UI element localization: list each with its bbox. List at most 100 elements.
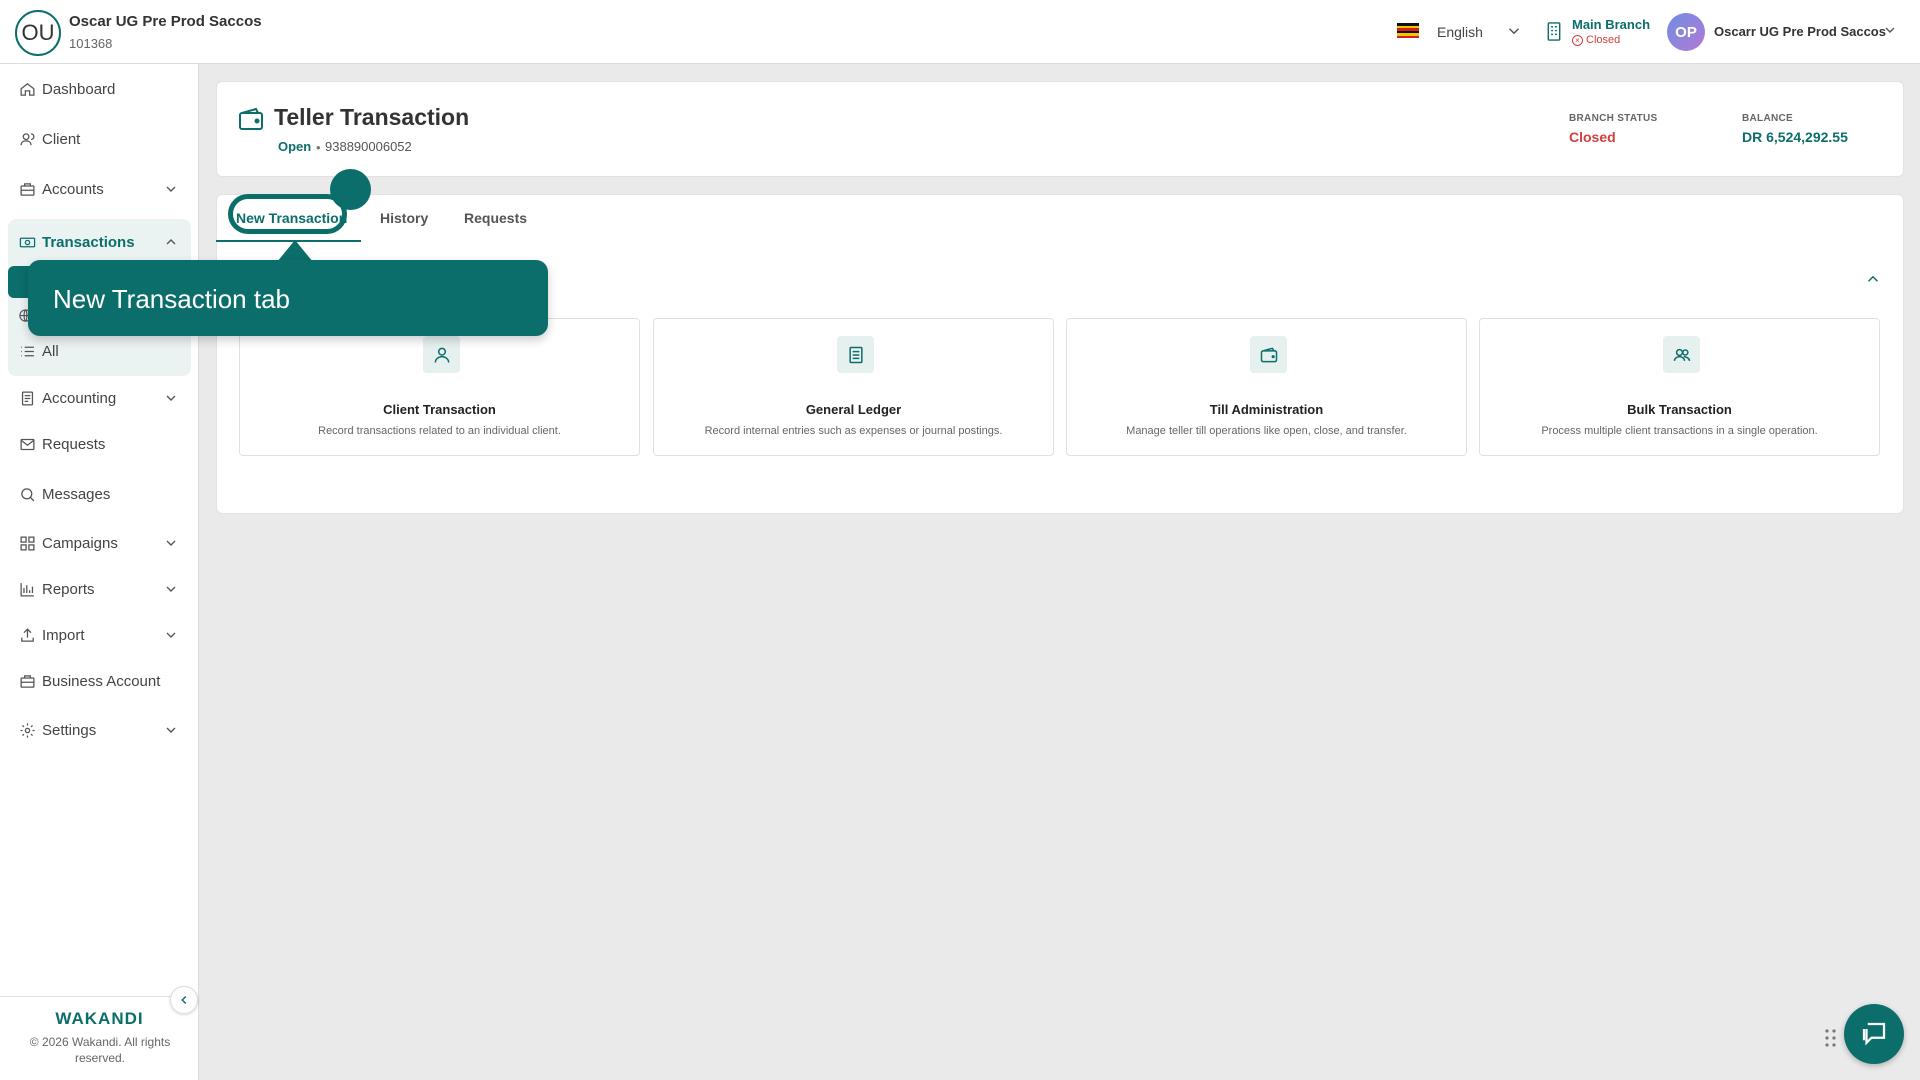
sidebar-item-label: Campaigns (42, 534, 118, 552)
list-icon (21, 346, 34, 356)
users-icon (1663, 336, 1700, 373)
sidebar-item-label: All (42, 342, 59, 360)
sidebar-item-requests[interactable]: Requests (8, 426, 191, 462)
branch-status-label: BRANCH STATUS (1569, 113, 1658, 124)
sidebar-item-messages[interactable]: Messages (8, 476, 191, 512)
sidebar-item-business-account[interactable]: Business Account (8, 663, 191, 699)
branch-status-value: Closed (1569, 129, 1616, 145)
sidebar-item-reports[interactable]: Reports (8, 571, 191, 607)
teller-summary-card (216, 81, 1904, 177)
close-circle-icon: × (1572, 34, 1583, 46)
wallet-icon (239, 107, 263, 130)
top-header: OU Oscar UG Pre Prod Saccos 101368 Engli… (0, 0, 1920, 64)
balance-label: BALANCE (1742, 113, 1793, 124)
client-transaction-tile[interactable]: Client Transaction Record transactions r… (239, 318, 640, 456)
chat-icon (1862, 1022, 1886, 1046)
tile-title: Till Administration (1209, 402, 1324, 417)
upload-icon (21, 627, 34, 642)
chat-icon (21, 487, 35, 501)
branch-status: × Closed (1572, 34, 1620, 46)
tooltip-arrow (277, 240, 313, 262)
user-icon (20, 132, 35, 145)
tile-title: General Ledger (805, 402, 902, 417)
org-id: 101368 (69, 36, 113, 51)
building-icon (1547, 22, 1561, 41)
language-label[interactable]: English (1437, 24, 1483, 40)
tile-title: Client Transaction (383, 402, 496, 417)
chevron-down-icon (166, 395, 176, 401)
sidebar-item-campaigns[interactable]: Campaigns (8, 525, 191, 561)
sidebar-item-label: Accounting (42, 389, 117, 407)
till-state: Open (278, 139, 312, 154)
chevron-up-icon[interactable] (1864, 270, 1882, 288)
till-administration-tile[interactable]: Till Administration Manage teller till o… (1066, 318, 1467, 456)
money-icon (19, 237, 36, 247)
chevron-down-icon (166, 186, 176, 192)
tour-highlight-ring (228, 194, 347, 234)
brand-logo: WAKANDI (55, 1009, 144, 1028)
chevron-down-icon (166, 540, 176, 546)
sidebar-item-label: Transactions (42, 233, 135, 251)
tile-title: Bulk Transaction (1627, 402, 1732, 417)
sidebar-item-transactions[interactable]: Transactions (8, 224, 191, 260)
sidebar-item-accounts[interactable]: Accounts (8, 171, 191, 207)
sidebar-item-label: Business Account (42, 672, 161, 690)
sidebar-item-accounting[interactable]: Accounting (8, 380, 191, 416)
general-ledger-tile[interactable]: General Ledger Record internal entries s… (653, 318, 1054, 456)
tile-description: Record internal entries such as expenses… (704, 425, 1003, 437)
branch-name[interactable]: Main Branch (1572, 17, 1650, 32)
grid-icon (20, 535, 35, 551)
gear-icon (20, 722, 35, 738)
chevron-down-icon (166, 586, 176, 592)
sidebar-item-import[interactable]: Import (8, 617, 191, 653)
bar-chart-icon (20, 582, 34, 597)
sidebar-item-label: Dashboard (42, 80, 116, 98)
org-avatar[interactable]: OU (15, 10, 61, 56)
sidebar-item-label: Reports (42, 580, 95, 598)
chevron-left-icon (181, 995, 187, 1005)
drag-handle-icon[interactable] (1824, 1028, 1838, 1048)
sidebar-item-all[interactable]: All (8, 333, 191, 369)
separator-dot: • (316, 140, 321, 155)
chevron-down-icon (166, 632, 176, 638)
mail-icon (20, 438, 35, 450)
page-title: Teller Transaction (274, 104, 470, 130)
sidebar-item-dashboard[interactable]: Dashboard (8, 71, 191, 107)
user-avatar[interactable]: OP (1667, 13, 1705, 51)
sidebar-divider (0, 996, 199, 997)
chevron-down-icon (166, 727, 176, 733)
sidebar-item-label: Requests (42, 435, 106, 453)
chevron-down-icon[interactable] (1882, 22, 1898, 38)
briefcase-icon (20, 182, 35, 196)
copyright-text: © 2026 Wakandi. All rights reserved. (29, 1035, 171, 1065)
user-name[interactable]: Oscarr UG Pre Prod Saccos (1714, 24, 1886, 39)
user-icon (423, 336, 460, 373)
sidebar-item-label: Messages (42, 485, 111, 503)
tile-description: Process multiple client transactions in … (1541, 425, 1818, 437)
tab-history[interactable]: History (380, 210, 428, 226)
org-name: Oscar UG Pre Prod Saccos (69, 13, 262, 30)
tooltip-text: New Transaction tab (53, 284, 291, 314)
book-icon (21, 390, 34, 406)
onboarding-tooltip: New Transaction tab (28, 260, 548, 336)
chat-support-button[interactable] (1844, 1004, 1904, 1064)
briefcase-icon (20, 674, 35, 688)
sidebar-item-client[interactable]: Client (8, 121, 191, 157)
branch-status-text: Closed (1586, 34, 1621, 46)
sidebar-item-label: Accounts (42, 180, 104, 198)
balance-value: DR 6,524,292.55 (1742, 129, 1848, 145)
tile-description: Record transactions related to an indivi… (318, 425, 561, 437)
home-icon (20, 82, 35, 96)
tour-step-dot (330, 169, 371, 210)
ledger-icon (837, 336, 874, 373)
tab-requests[interactable]: Requests (464, 210, 527, 226)
bulk-transaction-tile[interactable]: Bulk Transaction Process multiple client… (1479, 318, 1880, 456)
sidebar-item-label: Settings (42, 721, 97, 739)
wallet-icon (1250, 336, 1287, 373)
sidebar-item-settings[interactable]: Settings (8, 712, 191, 748)
tile-description: Manage teller till operations like open,… (1126, 425, 1407, 437)
chevron-up-icon (166, 239, 176, 245)
chevron-down-icon[interactable] (1505, 22, 1523, 40)
sidebar-item-label: Client (42, 130, 81, 148)
till-number: 938890006052 (325, 139, 412, 154)
